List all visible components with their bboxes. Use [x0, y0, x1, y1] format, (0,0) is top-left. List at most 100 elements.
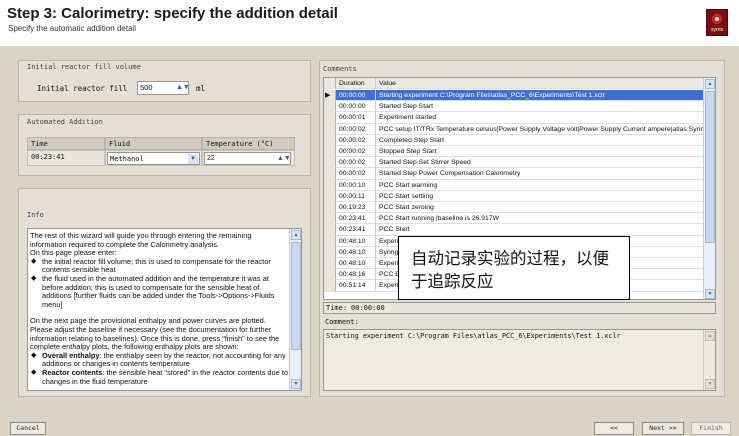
- value-cell: PCC Start: [376, 224, 705, 236]
- syrris-logo: syrris: [706, 9, 728, 36]
- cancel-button[interactable]: Cancel: [10, 422, 46, 435]
- value-cell: Started Step Set Stirrer Speed: [376, 157, 705, 169]
- info-bullet: Overall enthalpy: the enthalpy seen by t…: [30, 351, 290, 369]
- table-row[interactable]: 00:00:02 Started Step Set Stirrer Speed: [324, 157, 705, 169]
- logo-text: syrris: [711, 27, 723, 33]
- row-selector[interactable]: [324, 179, 336, 191]
- addition-time: 00:23:41: [27, 150, 105, 166]
- table-row[interactable]: 00:00:02 Started Step Power Compensation …: [324, 168, 705, 180]
- info-scrollbar[interactable]: ▲ ▼: [289, 229, 301, 390]
- column-value: Value: [376, 78, 705, 90]
- column-time: Time: [27, 137, 105, 150]
- row-selector[interactable]: [324, 112, 336, 124]
- comments-scrollbar[interactable]: ▲ ▼: [703, 78, 715, 299]
- duration-cell: 00:00:02: [336, 168, 376, 180]
- stepper-icon[interactable]: ▲▼: [277, 153, 291, 164]
- scroll-down-icon[interactable]: ▼: [705, 379, 715, 389]
- value-cell: Started Step Start: [376, 101, 705, 113]
- row-selector-header: [324, 78, 336, 90]
- row-selector-arrow-icon[interactable]: ▶: [324, 90, 336, 102]
- comment-scrollbar[interactable]: ▲ ▼: [703, 330, 715, 390]
- scroll-up-icon[interactable]: ▲: [705, 331, 715, 341]
- back-button[interactable]: <<: [594, 422, 634, 435]
- row-selector[interactable]: [324, 157, 336, 169]
- table-row[interactable]: 00:00:10 PCC Start warming: [324, 179, 705, 191]
- value-cell: PCC Start settling: [376, 190, 705, 202]
- time-field: Time: 00:00:00: [323, 302, 716, 314]
- duration-cell: 00:00:02: [336, 157, 376, 169]
- wizard-header: Step 3: Calorimetry: specify the additio…: [0, 0, 739, 46]
- logo-icon: [711, 13, 723, 25]
- column-temperature: Temperature (°C): [202, 137, 295, 150]
- volume-unit: ml: [196, 84, 206, 93]
- info-bullet: Reactor contents: the sensible heat "sto…: [30, 368, 290, 386]
- info-title: Info: [27, 211, 44, 219]
- row-selector[interactable]: [324, 235, 336, 247]
- initial-reactor-label: Initial reactor fill: [37, 84, 128, 93]
- reactor-volume-stepper[interactable]: 500 ▲▼: [137, 81, 190, 95]
- row-selector[interactable]: [324, 269, 336, 281]
- table-row[interactable]: ▶ 00:00:00 Starting experiment C:\Program …: [324, 90, 705, 102]
- column-fluid: Fluid: [105, 137, 202, 150]
- callout-text: 自动记录实验的过程，以便于追踪反应: [411, 249, 609, 291]
- scroll-up-icon[interactable]: ▲: [705, 79, 715, 89]
- duration-cell: 00:00:00: [336, 90, 376, 102]
- scroll-thumb[interactable]: [705, 91, 715, 243]
- row-selector[interactable]: [324, 146, 336, 158]
- value-cell: Starting experiment C:\Program Files\atl…: [376, 90, 705, 102]
- row-selector[interactable]: [324, 213, 336, 225]
- info-bullet: the fluid used in the automated addition…: [30, 274, 290, 309]
- value-cell: PCC Start warming: [376, 179, 705, 191]
- info-text-box: The rest of this wizard will guide you t…: [27, 228, 302, 391]
- scroll-up-icon[interactable]: ▲: [291, 230, 301, 240]
- table-row[interactable]: 00:00:01 Experiment started: [324, 112, 705, 124]
- table-row[interactable]: 00:00:11 PCC Start settling: [324, 190, 705, 202]
- finish-button[interactable]: Finish: [691, 422, 731, 435]
- info-bullet: the initial reactor fill volume; this is…: [30, 257, 290, 275]
- table-row[interactable]: 00:23:41 PCC Start running |baseline is 2…: [324, 213, 705, 225]
- duration-cell: 00:48:10: [336, 235, 376, 247]
- row-selector[interactable]: [324, 190, 336, 202]
- row-selector[interactable]: [324, 101, 336, 113]
- column-duration: Duration: [336, 78, 376, 90]
- duration-cell: 00:19:23: [336, 202, 376, 214]
- comment-value: Starting experiment C:\Program Files\atl…: [326, 332, 621, 340]
- row-selector[interactable]: [324, 258, 336, 270]
- row-selector[interactable]: [324, 202, 336, 214]
- stepper-icon[interactable]: ▲▼: [176, 82, 190, 94]
- info-paragraph: On the next page the provisional enthalp…: [30, 316, 280, 352]
- fluid-select[interactable]: Methanol ▼: [107, 152, 200, 165]
- value-cell: PCC Start running |baseline is 26.917W: [376, 213, 705, 225]
- comment-textarea[interactable]: Starting experiment C:\Program Files\atl…: [323, 329, 716, 391]
- table-row[interactable]: 00:00:02 PCC setup IT/TRx Temperature cel…: [324, 123, 705, 135]
- row-selector[interactable]: [324, 246, 336, 258]
- automated-addition-title: Automated Addition: [27, 118, 103, 126]
- table-row[interactable]: 00:00:02 Stopped Step Start: [324, 146, 705, 158]
- table-row[interactable]: 00:00:02 Completed Step Start: [324, 134, 705, 146]
- table-row[interactable]: 00:19:23 PCC Start zeroing: [324, 202, 705, 214]
- duration-cell: 00:00:02: [336, 123, 376, 135]
- value-cell: Started Step Power Compensation Calorime…: [376, 168, 705, 180]
- duration-cell: 00:00:01: [336, 112, 376, 124]
- chevron-down-icon[interactable]: ▼: [188, 154, 198, 164]
- duration-cell: 00:23:41: [336, 224, 376, 236]
- duration-cell: 00:51:14: [336, 280, 376, 292]
- info-paragraph: The rest of this wizard will guide you t…: [30, 231, 252, 249]
- page-title: Step 3: Calorimetry: specify the additio…: [7, 5, 338, 22]
- scroll-thumb[interactable]: [291, 242, 301, 350]
- table-row[interactable]: 00:23:41 PCC Start: [324, 224, 705, 236]
- scroll-down-icon[interactable]: ▼: [291, 379, 301, 389]
- row-selector[interactable]: [324, 123, 336, 135]
- row-selector[interactable]: [324, 134, 336, 146]
- scroll-down-icon[interactable]: ▼: [705, 289, 715, 299]
- row-selector[interactable]: [324, 168, 336, 180]
- page-subtitle: Specify the automatic addition detail: [8, 24, 137, 33]
- next-button[interactable]: Next >>: [642, 422, 684, 435]
- table-row[interactable]: 00:00:00 Started Step Start: [324, 101, 705, 113]
- temperature-stepper[interactable]: 22 ▲▼: [204, 152, 291, 165]
- duration-cell: 00:48:16: [336, 269, 376, 281]
- value-cell: Stopped Step Start: [376, 146, 705, 158]
- time-label: Time:: [326, 304, 348, 312]
- row-selector[interactable]: [324, 280, 336, 292]
- row-selector[interactable]: [324, 224, 336, 236]
